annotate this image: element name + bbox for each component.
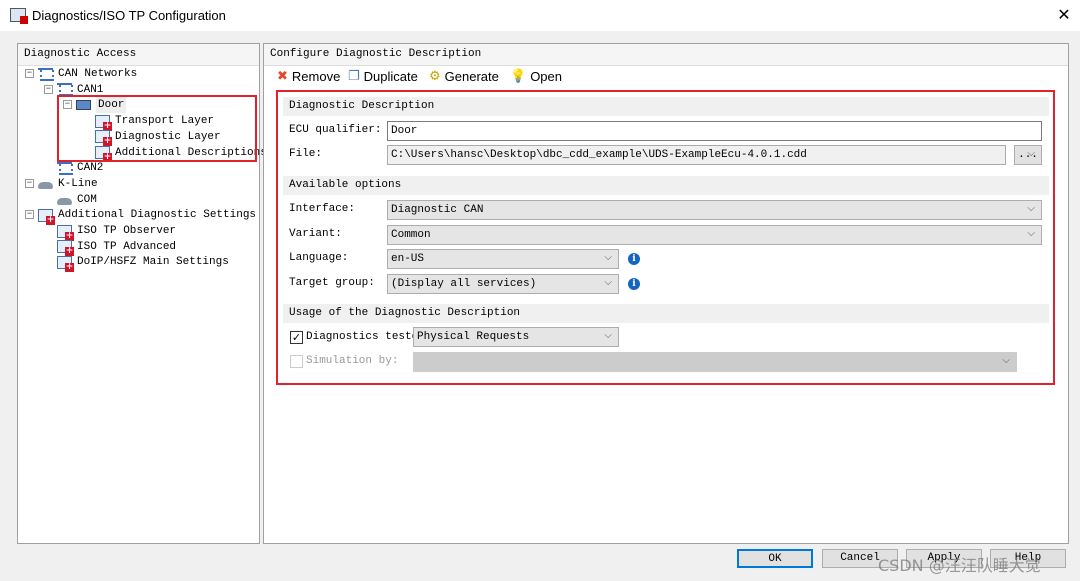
- simulation-select[interactable]: [413, 352, 1017, 372]
- language-select[interactable]: en-US: [387, 249, 619, 269]
- variant-select[interactable]: Common: [387, 225, 1042, 245]
- remove-label: Remove: [291, 69, 341, 84]
- car-icon: [57, 197, 72, 205]
- collapse-toggle-icon[interactable]: −: [44, 84, 53, 94]
- simulation-label: Simulation by:: [306, 355, 399, 367]
- browse-button[interactable]: ...: [1014, 145, 1042, 165]
- generate-button[interactable]: ⚙ Generate: [429, 69, 499, 84]
- simulation-checkbox[interactable]: [290, 355, 303, 368]
- target-group-select[interactable]: (Display all services): [387, 274, 619, 294]
- interface-label: Interface:: [289, 203, 356, 215]
- tree-item-label: K-Line: [58, 177, 98, 190]
- app-icon: [10, 8, 28, 24]
- tree-item-label: COM: [77, 193, 97, 206]
- tree-item[interactable]: CAN2: [57, 160, 103, 176]
- collapse-toggle-icon[interactable]: −: [25, 178, 34, 188]
- watermark: CSDN @汪汪队睡大觉: [878, 556, 1041, 575]
- interface-select[interactable]: Diagnostic CAN: [387, 200, 1042, 220]
- tree-item[interactable]: ISO TP Observer: [57, 223, 177, 241]
- ecu-qualifier-label: ECU qualifier:: [289, 124, 382, 136]
- network-icon: [57, 161, 73, 175]
- generate-label: Generate: [444, 69, 499, 84]
- tree-item-label: ISO TP Observer: [77, 225, 177, 237]
- section-available-options: Available options: [283, 176, 1049, 195]
- tree-item-label: ISO TP Advanced: [77, 240, 177, 253]
- panel-title: Configure Diagnostic Description: [264, 44, 1068, 66]
- settings-doc-icon: [57, 240, 74, 257]
- open-label: Open: [530, 69, 562, 84]
- window-title: Diagnostics/ISO TP Configuration: [32, 8, 226, 23]
- diagnostics-tester-select[interactable]: Physical Requests: [413, 327, 619, 347]
- tree-item[interactable]: − CAN Networks: [25, 66, 138, 82]
- tree-item-label: CAN Networks: [58, 68, 138, 80]
- variant-label: Variant:: [289, 228, 342, 240]
- duplicate-label: Duplicate: [363, 69, 418, 84]
- ok-button[interactable]: OK: [737, 549, 813, 568]
- remove-icon: ✖: [277, 69, 288, 84]
- collapse-toggle-icon[interactable]: −: [25, 210, 34, 220]
- duplicate-button[interactable]: ❐ Duplicate: [348, 69, 418, 84]
- car-icon: [38, 181, 53, 189]
- tree-item[interactable]: − Additional Diagnostic Settings: [25, 207, 257, 225]
- ecu-qualifier-input[interactable]: Door: [387, 121, 1042, 141]
- close-button[interactable]: ✕: [1052, 4, 1076, 26]
- open-button[interactable]: 💡 Open: [510, 69, 562, 84]
- lightbulb-icon: 💡: [510, 69, 527, 84]
- target-group-label: Target group:: [289, 277, 375, 289]
- panel-title: Diagnostic Access: [18, 44, 259, 66]
- tree-item-label: DoIP/HSFZ Main Settings: [77, 256, 229, 269]
- highlight-box: [57, 95, 257, 162]
- file-label: File:: [289, 148, 323, 160]
- gears-icon: ⚙: [429, 69, 441, 84]
- settings-doc-icon: [57, 255, 74, 272]
- diagnostics-tester-label: Diagnostics tester: [306, 331, 425, 343]
- info-icon[interactable]: i: [628, 253, 640, 265]
- language-label: Language:: [289, 252, 349, 264]
- file-path-input[interactable]: C:\Users\hansc\Desktop\dbc_cdd_example\U…: [387, 145, 1006, 165]
- collapse-toggle-icon[interactable]: −: [25, 69, 34, 78]
- tree-item-label: CAN2: [77, 162, 104, 175]
- settings-doc-icon: [57, 224, 74, 241]
- tree-item[interactable]: ISO TP Advanced: [57, 239, 177, 257]
- diagnostics-tester-checkbox[interactable]: ✓: [290, 331, 303, 344]
- duplicate-icon: ❐: [348, 69, 360, 84]
- section-diagnostic-description: Diagnostic Description: [283, 97, 1049, 116]
- title-bar: Diagnostics/ISO TP Configuration ✕: [0, 0, 1080, 31]
- settings-doc-icon: [38, 208, 55, 225]
- info-icon[interactable]: i: [628, 278, 640, 290]
- tree-item[interactable]: DoIP/HSFZ Main Settings: [57, 254, 229, 272]
- tree-item[interactable]: − K-Line: [25, 176, 98, 192]
- tree-item-label: Additional Diagnostic Settings: [58, 209, 257, 222]
- remove-button[interactable]: ✖ Remove: [277, 69, 340, 84]
- section-usage: Usage of the Diagnostic Description: [283, 304, 1049, 323]
- network-icon: [38, 67, 54, 81]
- tree-item[interactable]: COM: [57, 192, 97, 208]
